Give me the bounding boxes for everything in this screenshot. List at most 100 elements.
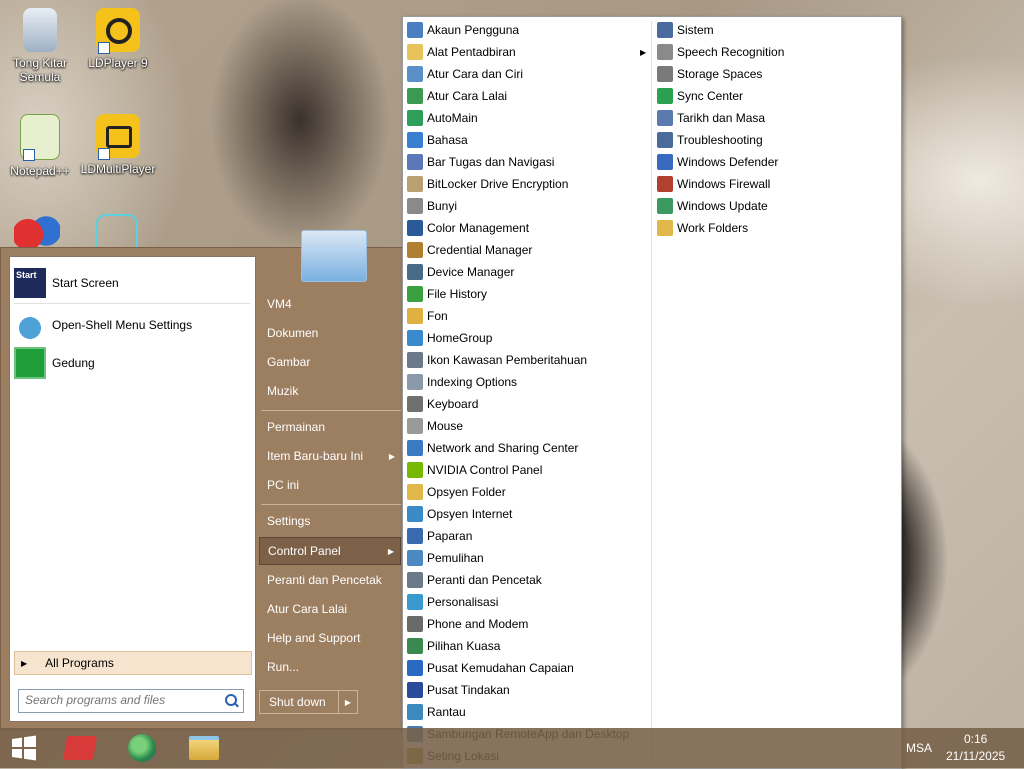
windows-logo-icon bbox=[12, 735, 36, 761]
desktop-icon-notepad-plus-plus[interactable]: Notepad++ bbox=[0, 114, 80, 178]
start-item-label: VM4 bbox=[267, 297, 292, 311]
partial-desktop-icon-red[interactable] bbox=[14, 214, 60, 248]
program-start-screen[interactable]: Start Start Screen bbox=[14, 267, 250, 299]
control-panel-item[interactable]: Keyboard bbox=[407, 393, 478, 415]
separator bbox=[261, 504, 401, 505]
start-item-music[interactable]: Muzik bbox=[259, 377, 401, 405]
desktop-icon-recycle-bin[interactable]: Tong Kitar Semula bbox=[0, 8, 80, 84]
start-item-settings[interactable]: Settings bbox=[259, 507, 401, 535]
start-item-control-panel[interactable]: Control Panel ▶ bbox=[259, 537, 401, 565]
control-panel-item[interactable]: Windows Firewall bbox=[657, 173, 770, 195]
control-panel-item-label: Windows Defender bbox=[677, 155, 779, 169]
control-panel-item[interactable]: Indexing Options bbox=[407, 371, 517, 393]
control-panel-item[interactable]: HomeGroup bbox=[407, 327, 492, 349]
start-item-default-programs[interactable]: Atur Cara Lalai bbox=[259, 595, 401, 623]
clock-date[interactable]: 21/11/2025 bbox=[946, 749, 1005, 763]
shutdown-label: Shut down bbox=[269, 695, 326, 709]
control-panel-item[interactable]: Pilihan Kuasa bbox=[407, 635, 500, 657]
control-panel-item-label: Fon bbox=[427, 309, 448, 323]
control-panel-item[interactable]: Opsyen Folder bbox=[407, 481, 506, 503]
control-panel-item[interactable]: Mouse bbox=[407, 415, 463, 437]
control-panel-item[interactable]: Credential Manager bbox=[407, 239, 532, 261]
start-button[interactable] bbox=[2, 730, 46, 766]
control-panel-item[interactable]: Peranti dan Pencetak bbox=[407, 569, 542, 591]
column-divider bbox=[651, 21, 652, 764]
taskbar-app-red[interactable] bbox=[58, 730, 102, 766]
control-panel-item-label: BitLocker Drive Encryption bbox=[427, 177, 569, 191]
control-panel-item[interactable]: Akaun Pengguna bbox=[407, 19, 519, 41]
start-item-vm4[interactable]: VM4 bbox=[259, 290, 401, 318]
shutdown-options-button[interactable]: ▶ bbox=[338, 690, 358, 714]
clock-time[interactable]: 0:16 bbox=[964, 732, 987, 746]
start-item-documents[interactable]: Dokumen bbox=[259, 319, 401, 347]
desktop-icon-ldmultiplayer[interactable]: LDMultiPlayer bbox=[78, 114, 158, 176]
start-item-devices-printers[interactable]: Peranti dan Pencetak bbox=[259, 566, 401, 594]
start-item-run[interactable]: Run... bbox=[259, 653, 401, 681]
desktop-icon-label: Tong Kitar bbox=[12, 56, 68, 70]
control-panel-item[interactable]: Device Manager bbox=[407, 261, 514, 283]
control-panel-item[interactable]: Fon bbox=[407, 305, 448, 327]
control-panel-item-label: Pilihan Kuasa bbox=[427, 639, 501, 653]
start-item-recent-items[interactable]: Item Baru-baru Ini ▶ bbox=[259, 442, 401, 470]
control-panel-item[interactable]: Bahasa bbox=[407, 129, 468, 151]
start-item-this-pc[interactable]: PC ini bbox=[259, 471, 401, 499]
control-panel-item[interactable]: Atur Cara Lalai bbox=[407, 85, 507, 107]
control-panel-item[interactable]: Ikon Kawasan Pemberitahuan bbox=[407, 349, 587, 371]
control-panel-item-label: NVIDIA Control Panel bbox=[427, 463, 543, 477]
start-item-games[interactable]: Permainan bbox=[259, 413, 401, 441]
search-input[interactable] bbox=[19, 690, 227, 710]
control-panel-item[interactable]: Atur Cara dan Ciri bbox=[407, 63, 523, 85]
control-panel-item[interactable]: Pusat Tindakan bbox=[407, 679, 510, 701]
control-panel-item[interactable]: Work Folders bbox=[657, 217, 748, 239]
control-panel-item-label: Bahasa bbox=[427, 133, 468, 147]
control-panel-item-label: Pusat Kemudahan Capaian bbox=[427, 661, 574, 675]
control-panel-item[interactable]: Windows Defender bbox=[657, 151, 778, 173]
control-panel-item[interactable]: Sistem bbox=[657, 19, 714, 41]
search-box[interactable] bbox=[18, 689, 244, 713]
start-menu: Start Start Screen Open-Shell Menu Setti… bbox=[0, 230, 404, 730]
control-panel-item[interactable]: Tarikh dan Masa bbox=[657, 107, 765, 129]
control-panel-item[interactable]: AutoMain bbox=[407, 107, 478, 129]
user-picture[interactable] bbox=[301, 230, 367, 282]
start-item-pictures[interactable]: Gambar bbox=[259, 348, 401, 376]
control-panel-item-label: Keyboard bbox=[427, 397, 479, 411]
ldplayer-icon bbox=[96, 8, 140, 54]
control-panel-item[interactable]: Pemulihan bbox=[407, 547, 484, 569]
search-icon[interactable] bbox=[225, 694, 237, 706]
control-panel-item[interactable]: Bar Tugas dan Navigasi bbox=[407, 151, 554, 173]
partial-desktop-icon-nox[interactable] bbox=[96, 214, 138, 248]
taskbar-file-explorer[interactable] bbox=[182, 730, 226, 766]
control-panel-item[interactable]: Rantau bbox=[407, 701, 466, 723]
control-panel-item[interactable]: Windows Update bbox=[657, 195, 768, 217]
control-panel-item[interactable]: Storage Spaces bbox=[657, 63, 762, 85]
control-panel-item[interactable]: Speech Recognition bbox=[657, 41, 784, 63]
control-panel-item[interactable]: Color Management bbox=[407, 217, 529, 239]
control-panel-item-icon bbox=[657, 198, 673, 214]
control-panel-item[interactable]: BitLocker Drive Encryption bbox=[407, 173, 568, 195]
desktop-icon-ldplayer[interactable]: LDPlayer 9 bbox=[78, 8, 158, 70]
control-panel-item-icon bbox=[407, 330, 423, 346]
control-panel-item[interactable]: Opsyen Internet bbox=[407, 503, 512, 525]
control-panel-item[interactable]: Bunyi bbox=[407, 195, 457, 217]
control-panel-item-label: Bar Tugas dan Navigasi bbox=[427, 155, 555, 169]
shutdown-button[interactable]: Shut down bbox=[259, 690, 339, 714]
control-panel-item[interactable]: NVIDIA Control Panel bbox=[407, 459, 542, 481]
control-panel-item[interactable]: Troubleshooting bbox=[657, 129, 763, 151]
control-panel-item[interactable]: Network and Sharing Center bbox=[407, 437, 578, 459]
input-language[interactable]: MSA bbox=[906, 741, 932, 755]
control-panel-item[interactable]: Paparan bbox=[407, 525, 472, 547]
control-panel-item-icon bbox=[407, 396, 423, 412]
start-item-help-support[interactable]: Help and Support bbox=[259, 624, 401, 652]
control-panel-item[interactable]: Personalisasi bbox=[407, 591, 498, 613]
taskbar-browser[interactable] bbox=[120, 730, 164, 766]
control-panel-item[interactable]: Alat Pentadbiran ▶ bbox=[407, 41, 646, 63]
all-programs-button[interactable]: ▶ All Programs bbox=[14, 651, 252, 675]
program-store[interactable]: Gedung bbox=[14, 347, 250, 379]
control-panel-item-icon bbox=[657, 220, 673, 236]
program-open-shell-settings[interactable]: Open-Shell Menu Settings bbox=[14, 309, 250, 341]
control-panel-item[interactable]: Phone and Modem bbox=[407, 613, 528, 635]
control-panel-item[interactable]: Pusat Kemudahan Capaian bbox=[407, 657, 574, 679]
control-panel-item[interactable]: File History bbox=[407, 283, 487, 305]
control-panel-item[interactable]: Sync Center bbox=[657, 85, 743, 107]
start-screen-icon: Start bbox=[14, 268, 46, 298]
